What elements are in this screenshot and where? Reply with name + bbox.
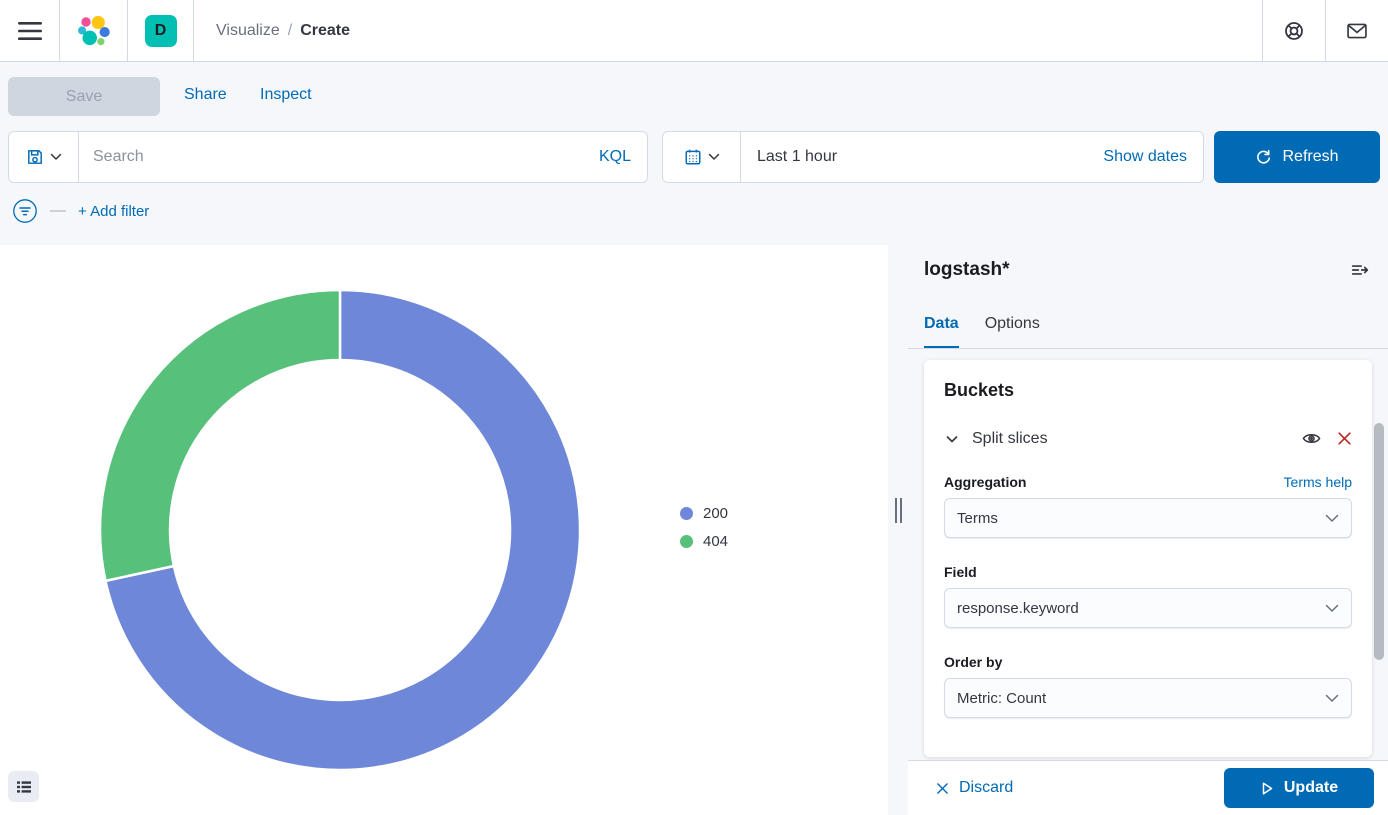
refresh-icon — [1255, 149, 1272, 166]
update-label: Update — [1284, 779, 1338, 797]
search-input[interactable] — [79, 132, 583, 182]
pie-slice-404[interactable] — [100, 290, 340, 581]
chevron-down-icon — [708, 153, 720, 161]
chevron-down-icon — [1325, 694, 1339, 703]
help-menu-button[interactable] — [1262, 0, 1325, 61]
terms-help-link[interactable]: Terms help — [1284, 474, 1352, 490]
saved-query-menu-button[interactable] — [9, 132, 79, 182]
breadcrumb: Visualize / Create — [194, 0, 350, 61]
legend-item-404[interactable]: 404 — [680, 533, 728, 550]
order-by-select[interactable]: Metric: Count — [944, 678, 1352, 718]
legend-toggle-button[interactable] — [8, 771, 39, 802]
chevron-down-icon — [1325, 514, 1339, 523]
save-query-icon — [26, 148, 44, 166]
query-bar: KQL — [8, 131, 648, 183]
elastic-logo-icon — [77, 14, 111, 48]
filter-menu-icon[interactable] — [12, 198, 38, 224]
eye-icon[interactable] — [1302, 429, 1321, 448]
editor-footer: Discard Update — [908, 760, 1388, 815]
legend-dot-icon — [680, 535, 693, 548]
refresh-button[interactable]: Refresh — [1214, 131, 1380, 183]
field-value: response.keyword — [957, 600, 1325, 617]
field-select[interactable]: response.keyword — [944, 588, 1352, 628]
share-button[interactable]: Share — [184, 86, 227, 104]
help-icon — [1283, 20, 1305, 42]
save-button[interactable]: Save — [8, 77, 160, 116]
add-filter-button[interactable]: + Add filter — [78, 203, 149, 220]
legend-dot-icon — [680, 507, 693, 520]
chevron-down-icon — [1325, 604, 1339, 613]
split-slices-label[interactable]: Split slices — [972, 430, 1048, 448]
index-pattern-title: logstash* — [924, 259, 1010, 281]
play-icon — [1260, 781, 1274, 796]
elastic-logo[interactable] — [60, 0, 128, 61]
time-range-value[interactable]: Last 1 hour — [741, 132, 1087, 182]
order-by-value: Metric: Count — [957, 690, 1325, 707]
menu-right-icon — [1350, 261, 1370, 279]
split-slices-row: Split slices — [944, 429, 1352, 448]
tab-options[interactable]: Options — [985, 303, 1040, 348]
visualization-canvas: 200 404 — [0, 245, 888, 815]
filter-separator — [50, 210, 66, 212]
collapse-panel-button[interactable] — [1350, 261, 1370, 279]
chevron-down-icon[interactable] — [944, 431, 960, 447]
buckets-card: Buckets Split slices Aggregation — [924, 360, 1372, 757]
hamburger-menu-button[interactable] — [0, 0, 60, 61]
date-quick-select-button[interactable] — [663, 132, 741, 182]
donut-chart[interactable] — [0, 245, 888, 815]
order-by-label: Order by — [944, 654, 1002, 670]
breadcrumb-create: Create — [300, 22, 350, 40]
aggregation-label: Aggregation — [944, 474, 1026, 490]
kql-language-button[interactable]: KQL — [583, 132, 647, 182]
tab-data[interactable]: Data — [924, 303, 959, 348]
breadcrumb-separator: / — [288, 22, 292, 40]
space-badge[interactable]: D — [145, 15, 177, 47]
aggregation-select[interactable]: Terms — [944, 498, 1352, 538]
panel-resizer-handle[interactable] — [888, 245, 908, 815]
refresh-label: Refresh — [1282, 148, 1338, 166]
close-icon — [936, 782, 949, 795]
filter-bar: + Add filter — [12, 198, 149, 224]
update-button[interactable]: Update — [1224, 768, 1374, 808]
panel-scrollbar[interactable] — [1374, 423, 1384, 660]
chevron-down-icon — [50, 153, 62, 161]
calendar-icon — [684, 148, 702, 166]
show-dates-button[interactable]: Show dates — [1087, 132, 1203, 182]
aggregation-value: Terms — [957, 510, 1325, 527]
legend-item-200[interactable]: 200 — [680, 505, 728, 522]
date-picker: Last 1 hour Show dates — [662, 131, 1204, 183]
resizer-grip-icon — [895, 498, 902, 523]
field-label: Field — [944, 564, 977, 580]
inspect-button[interactable]: Inspect — [260, 86, 312, 104]
buckets-heading: Buckets — [944, 380, 1352, 401]
legend-label: 404 — [703, 533, 728, 550]
visualization-editor-panel: logstash* Data Options Buckets Split sli… — [908, 245, 1388, 760]
space-selector[interactable]: D — [128, 0, 194, 61]
hamburger-icon — [18, 21, 42, 41]
newsfeed-button[interactable] — [1325, 0, 1388, 61]
discard-label: Discard — [959, 779, 1013, 797]
list-icon — [16, 779, 32, 795]
discard-button[interactable]: Discard — [936, 779, 1013, 797]
app-header: D Visualize / Create — [0, 0, 1388, 62]
legend-label: 200 — [703, 505, 728, 522]
mail-icon — [1345, 20, 1369, 42]
breadcrumb-visualize[interactable]: Visualize — [216, 22, 280, 40]
remove-bucket-icon[interactable] — [1337, 431, 1352, 446]
chart-legend: 200 404 — [680, 505, 728, 550]
editor-tabs: Data Options — [908, 303, 1388, 349]
